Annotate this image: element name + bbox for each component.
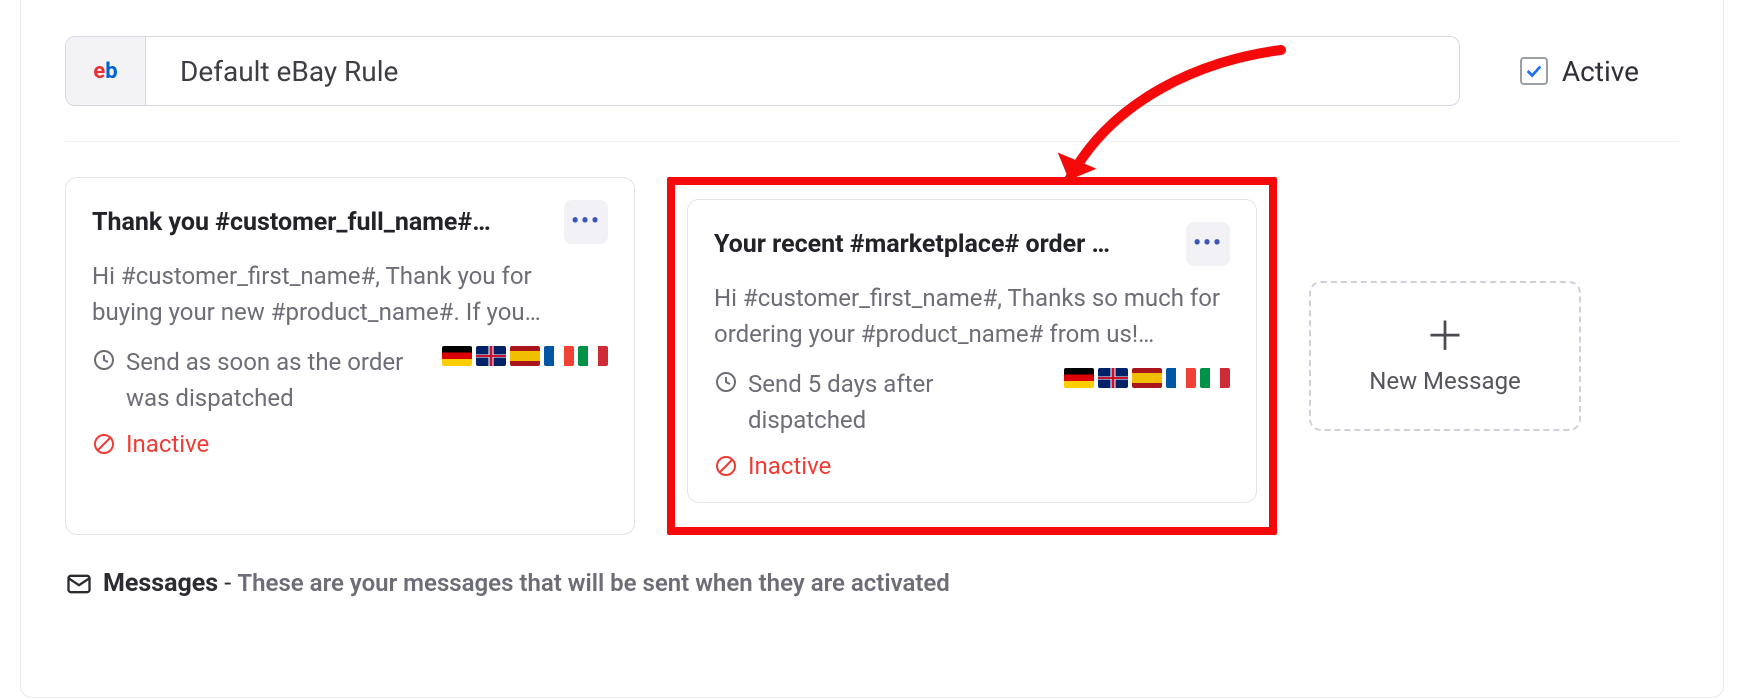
flag-fr-icon [544, 346, 574, 366]
rule-name-text: Default eBay Rule [146, 37, 1459, 105]
message-timing: Send 5 days after dispatched [714, 366, 1052, 438]
ebay-logo-b: b [105, 59, 117, 84]
flag-gb-icon [1098, 368, 1128, 388]
flag-de-icon [442, 346, 472, 366]
message-card-body: Hi #customer_first_name#, Thanks so much… [714, 280, 1230, 352]
rule-header: eb Default eBay Rule Active [65, 36, 1679, 142]
message-card[interactable]: Your recent #marketplace# order … ••• Hi… [687, 199, 1257, 503]
clock-icon [714, 370, 738, 394]
inactive-icon [714, 454, 738, 478]
card-more-button[interactable]: ••• [564, 200, 608, 244]
message-timing: Send as soon as the order was dispatched [92, 344, 430, 416]
message-status: Inactive [92, 430, 608, 458]
flag-it-icon [578, 346, 608, 366]
flag-es-icon [1132, 368, 1162, 388]
message-cards-row: Thank you #customer_full_name#… ••• Hi #… [65, 177, 1679, 535]
rule-name-field[interactable]: eb Default eBay Rule [65, 36, 1460, 106]
flag-es-icon [510, 346, 540, 366]
flag-it-icon [1200, 368, 1230, 388]
messages-title: Messages [103, 569, 218, 598]
flag-gb-icon [476, 346, 506, 366]
ebay-logo-e: e [93, 59, 105, 84]
flag-group [1064, 366, 1230, 388]
flag-de-icon [1064, 368, 1094, 388]
plus-icon: ＋ [1425, 317, 1465, 357]
new-message-label: New Message [1369, 367, 1521, 395]
message-card[interactable]: Thank you #customer_full_name#… ••• Hi #… [65, 177, 635, 535]
active-checkbox[interactable] [1520, 57, 1548, 85]
check-icon [1525, 62, 1543, 80]
message-status: Inactive [714, 452, 1230, 480]
active-toggle[interactable]: Active [1520, 55, 1679, 88]
message-card-body: Hi #customer_first_name#, Thank you for … [92, 258, 608, 330]
mail-icon [65, 570, 93, 598]
flag-group [442, 344, 608, 366]
messages-section-header: Messages - These are your messages that … [65, 569, 1679, 598]
card-more-button[interactable]: ••• [1186, 222, 1230, 266]
active-label: Active [1562, 55, 1639, 88]
message-card-title: Your recent #marketplace# order … [714, 230, 1120, 259]
clock-icon [92, 348, 116, 372]
new-message-button[interactable]: ＋ New Message [1309, 281, 1581, 431]
message-card-title: Thank you #customer_full_name#… [92, 208, 501, 237]
messages-subtitle: These are your messages that will be sen… [237, 569, 949, 597]
ebay-logo-badge: eb [66, 37, 146, 105]
annotation-highlight: Your recent #marketplace# order … ••• Hi… [667, 177, 1277, 535]
flag-fr-icon [1166, 368, 1196, 388]
inactive-icon [92, 432, 116, 456]
